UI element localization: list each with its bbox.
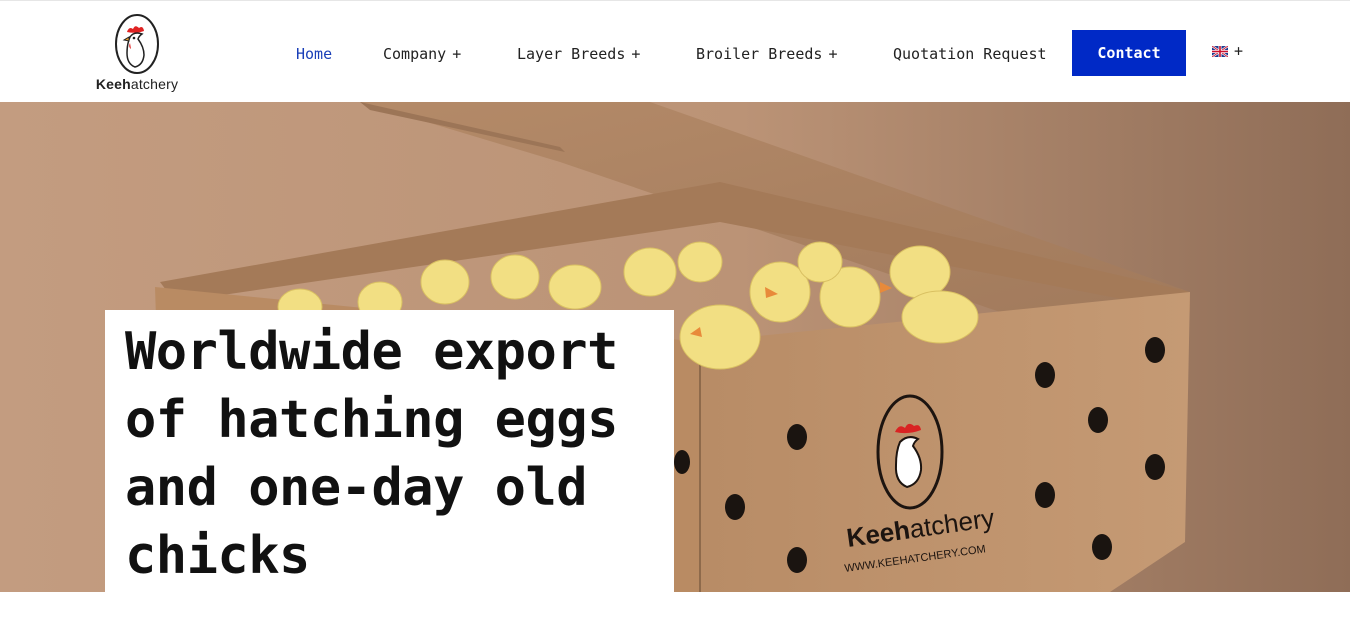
language-switcher[interactable]: + <box>1212 42 1243 60</box>
nav-company[interactable]: Company + <box>383 45 461 63</box>
site-header: Keehatchery Home Company + Layer Breeds + … <box>0 0 1350 102</box>
nav-layer-breeds[interactable]: Layer Breeds + <box>517 45 640 63</box>
expand-plus-icon[interactable]: + <box>631 45 640 63</box>
nav-company-label: Company <box>383 45 447 63</box>
rooster-logo-icon <box>115 14 159 74</box>
expand-plus-icon[interactable]: + <box>828 45 837 63</box>
logo-wordmark: Keehatchery <box>95 76 179 92</box>
nav-home[interactable]: Home <box>296 45 332 63</box>
contact-button[interactable]: Contact <box>1072 30 1186 76</box>
nav-quotation-label: Quotation Request <box>893 45 1047 63</box>
site-logo[interactable]: Keehatchery <box>92 13 182 95</box>
uk-flag-icon <box>1212 46 1228 57</box>
nav-broiler-breeds-label: Broiler Breeds <box>696 45 823 63</box>
nav-quotation-request[interactable]: Quotation Request <box>893 45 1047 63</box>
expand-plus-icon[interactable]: + <box>1234 42 1243 60</box>
expand-plus-icon[interactable]: + <box>452 45 461 63</box>
nav-broiler-breeds[interactable]: Broiler Breeds + <box>696 45 837 63</box>
nav-layer-breeds-label: Layer Breeds <box>517 45 626 63</box>
hero-headline: Worldwide export of hatching eggs and on… <box>125 322 618 586</box>
nav-home-label: Home <box>296 45 333 63</box>
